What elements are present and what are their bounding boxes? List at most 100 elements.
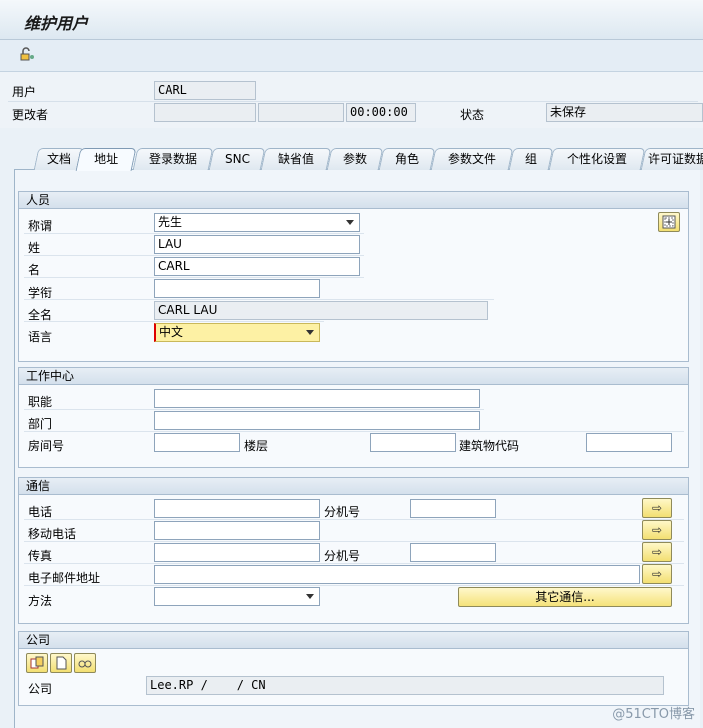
- application-toolbar: [0, 40, 703, 72]
- email-input[interactable]: [154, 565, 640, 584]
- arrow-right-icon: ⇨: [651, 501, 663, 515]
- fax-input[interactable]: [154, 543, 320, 562]
- tab-label: 参数文件: [447, 152, 496, 166]
- tab-snc[interactable]: SNC: [208, 148, 266, 170]
- first-name-input[interactable]: CARL: [154, 257, 360, 276]
- arrow-right-icon: ⇨: [651, 545, 663, 559]
- department-input[interactable]: [154, 411, 480, 430]
- tab-label: 缺省值: [277, 152, 314, 166]
- tab-license-data[interactable]: 许可证数据: [640, 148, 703, 170]
- room-number-input[interactable]: [154, 433, 240, 452]
- title-bar: [0, 0, 703, 40]
- divider: [24, 431, 684, 432]
- department-label: 部门: [28, 417, 53, 431]
- mobile-input[interactable]: [154, 521, 320, 540]
- group-header: 工作中心: [19, 368, 688, 385]
- fax-extension-label: 分机号: [324, 549, 361, 563]
- other-communication-button[interactable]: 其它通信...: [458, 587, 672, 607]
- room-number-label: 房间号: [28, 439, 65, 453]
- divider: [24, 563, 684, 564]
- divider: [24, 409, 484, 410]
- divider: [24, 321, 324, 322]
- changed-time-field: 00:00:00: [346, 103, 416, 122]
- tab-label: SNC: [224, 152, 250, 166]
- tab-strip: 文档 地址 登录数据 SNC 缺省值 参数 角色 参数文件 组 个性化设置 许可…: [14, 148, 703, 171]
- building-code-input[interactable]: [586, 433, 672, 452]
- changed-by-field: [154, 103, 256, 122]
- divider: [24, 299, 494, 300]
- tab-personalization[interactable]: 个性化设置: [548, 148, 646, 170]
- chevron-down-icon: [306, 330, 314, 335]
- building-code-label: 建筑物代码: [459, 439, 520, 453]
- tab-label: 地址: [94, 152, 119, 166]
- arrow-right-icon: ⇨: [651, 567, 663, 581]
- window-title: 维护用户: [24, 14, 89, 33]
- divider: [24, 277, 364, 278]
- tab-label: 文档: [46, 152, 71, 166]
- function-label: 职能: [28, 395, 53, 409]
- language-dropdown[interactable]: 中文: [154, 323, 320, 342]
- floor-input[interactable]: [370, 433, 456, 452]
- change-company-button[interactable]: [74, 653, 96, 673]
- fax-label: 传真: [28, 549, 53, 563]
- assign-icon: [30, 656, 44, 669]
- divider: [24, 233, 364, 234]
- company-field: Lee.RP / / CN: [146, 676, 664, 695]
- title-label: 称谓: [28, 219, 53, 233]
- changed-by-label: 更改者: [12, 108, 49, 122]
- extension-label: 分机号: [324, 505, 361, 519]
- status-field: 未保存: [546, 103, 703, 122]
- lock-toggle-icon[interactable]: [16, 44, 38, 64]
- arrow-right-icon: ⇨: [651, 523, 663, 537]
- tab-parameters[interactable]: 参数: [326, 148, 384, 170]
- chevron-down-icon: [346, 220, 354, 225]
- title-value: 先生: [158, 215, 183, 229]
- function-input[interactable]: [154, 389, 480, 408]
- tab-label: 登录数据: [148, 152, 197, 166]
- fax-more-button[interactable]: ⇨: [642, 542, 672, 562]
- group-header: 公司: [19, 632, 688, 649]
- phone-input[interactable]: [154, 499, 320, 518]
- fax-extension-input[interactable]: [410, 543, 496, 562]
- tab-label: 组: [524, 152, 537, 166]
- tab-groups[interactable]: 组: [508, 148, 554, 170]
- user-label: 用户: [12, 85, 37, 99]
- first-name-label: 名: [28, 263, 41, 277]
- company-label: 公司: [28, 682, 53, 696]
- assign-company-button[interactable]: [26, 653, 48, 673]
- tab-roles[interactable]: 角色: [378, 148, 436, 170]
- divider: [24, 255, 364, 256]
- new-company-button[interactable]: [50, 653, 72, 673]
- changed-date-field: [258, 103, 344, 122]
- expand-fields-button[interactable]: [658, 212, 680, 232]
- divider: [24, 519, 684, 520]
- tab-profiles[interactable]: 参数文件: [430, 148, 514, 170]
- phone-more-button[interactable]: ⇨: [642, 498, 672, 518]
- academic-title-input[interactable]: [154, 279, 320, 298]
- tab-defaults[interactable]: 缺省值: [260, 148, 332, 170]
- chevron-down-icon: [306, 594, 314, 599]
- floor-label: 楼层: [244, 439, 269, 453]
- expand-icon: [662, 215, 676, 229]
- full-name-field: CARL LAU: [154, 301, 488, 320]
- tab-label: 许可证数据: [647, 152, 703, 166]
- divider: [24, 541, 684, 542]
- tab-label: 角色: [394, 152, 419, 166]
- phone-label: 电话: [28, 505, 53, 519]
- email-more-button[interactable]: ⇨: [642, 564, 672, 584]
- user-field: CARL: [154, 81, 256, 100]
- email-label: 电子邮件地址: [28, 571, 101, 585]
- watermark: @51CTO博客: [612, 707, 695, 722]
- glasses-icon: [78, 660, 92, 668]
- divider: [8, 101, 698, 102]
- tab-label: 个性化设置: [566, 152, 627, 166]
- method-dropdown[interactable]: [154, 587, 320, 606]
- extension-input[interactable]: [410, 499, 496, 518]
- status-label: 状态: [460, 108, 485, 122]
- group-header: 通信: [19, 478, 688, 495]
- tab-address[interactable]: 地址: [75, 148, 137, 171]
- tab-logon-data[interactable]: 登录数据: [132, 148, 214, 170]
- mobile-more-button[interactable]: ⇨: [642, 520, 672, 540]
- last-name-input[interactable]: LAU: [154, 235, 360, 254]
- title-dropdown[interactable]: 先生: [154, 213, 360, 232]
